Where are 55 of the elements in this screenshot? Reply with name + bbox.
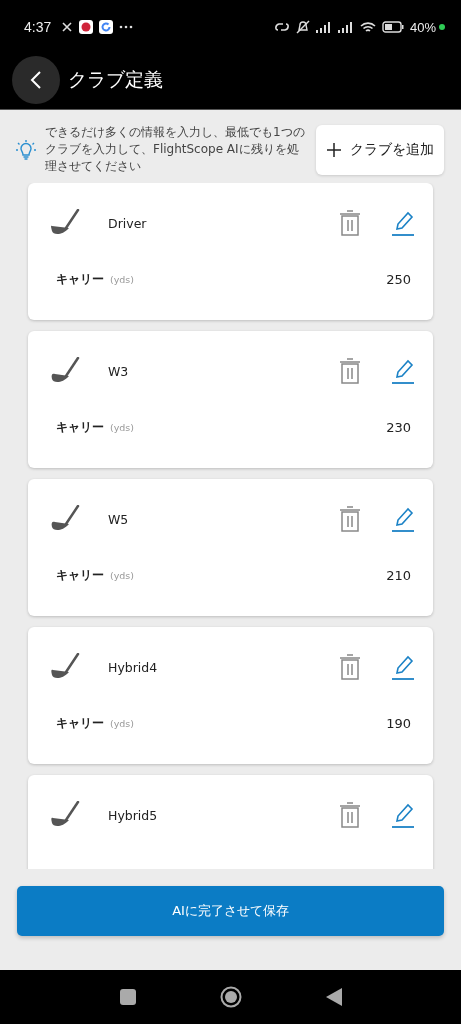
- screen-title: クラブ定義: [68, 66, 163, 92]
- home-button[interactable]: [219, 986, 242, 1008]
- unit-label: (yds): [110, 570, 135, 581]
- club-name: W5: [108, 511, 130, 527]
- signal-icon: [337, 21, 354, 33]
- recents-button[interactable]: [119, 989, 136, 1005]
- carry-label: キャリー: [56, 272, 104, 287]
- club-name: Driver: [108, 215, 148, 231]
- club-name: Hybrid4: [108, 659, 159, 675]
- carry-label: キャリー: [56, 420, 104, 435]
- trash-icon[interactable]: [339, 210, 361, 236]
- carry-value: 210: [386, 568, 411, 583]
- unit-label: (yds): [110, 422, 135, 433]
- mute-icon: [295, 20, 310, 34]
- trash-icon[interactable]: [339, 358, 361, 384]
- club-name: Hybrid5: [108, 807, 159, 823]
- trash-icon[interactable]: [339, 506, 361, 532]
- carry-value: 190: [386, 716, 411, 731]
- golf-club-icon: [50, 357, 82, 385]
- battery-icon: [381, 21, 404, 33]
- back-button[interactable]: [12, 55, 60, 104]
- edit-icon[interactable]: [391, 654, 415, 680]
- edit-icon[interactable]: [391, 506, 415, 532]
- carry-label: キャリー: [56, 716, 104, 731]
- plus-icon: [326, 141, 342, 158]
- more-icon: [119, 25, 134, 29]
- add-club-button[interactable]: クラブを追加: [316, 124, 444, 175]
- save-button[interactable]: AIに完了させて保存: [17, 886, 444, 936]
- app-icon: [79, 20, 94, 34]
- edit-icon[interactable]: [391, 358, 415, 384]
- club-name: W3: [108, 363, 130, 379]
- link-icon: [273, 20, 290, 34]
- status-dot: [439, 24, 445, 30]
- lightbulb-icon: [14, 137, 38, 162]
- signal-icon: [315, 21, 332, 33]
- golf-club-icon: [50, 209, 82, 237]
- unit-label: (yds): [110, 718, 135, 729]
- trash-icon[interactable]: [339, 654, 361, 680]
- edit-icon[interactable]: [391, 802, 415, 828]
- carry-label: キャリー: [56, 568, 104, 583]
- golf-club-icon: [50, 653, 82, 681]
- carry-value: 250: [386, 272, 411, 287]
- unit-label: (yds): [110, 274, 135, 285]
- notification-icon: [61, 21, 74, 33]
- golf-club-icon: [50, 505, 82, 533]
- wifi-icon: [359, 20, 376, 34]
- golf-club-icon: [50, 801, 82, 829]
- battery-percent: 40%: [409, 19, 436, 35]
- carry-value: 230: [386, 420, 411, 435]
- app-icon: [99, 20, 114, 34]
- back-nav-button[interactable]: [325, 988, 342, 1006]
- info-text: できるだけ多くの情報を入力し、最低でも1つのクラブを入力して、FlightScope AIに残りを処理させてください: [45, 124, 306, 175]
- edit-icon[interactable]: [391, 210, 415, 236]
- trash-icon[interactable]: [339, 802, 361, 828]
- status-time: 4:37: [24, 19, 52, 35]
